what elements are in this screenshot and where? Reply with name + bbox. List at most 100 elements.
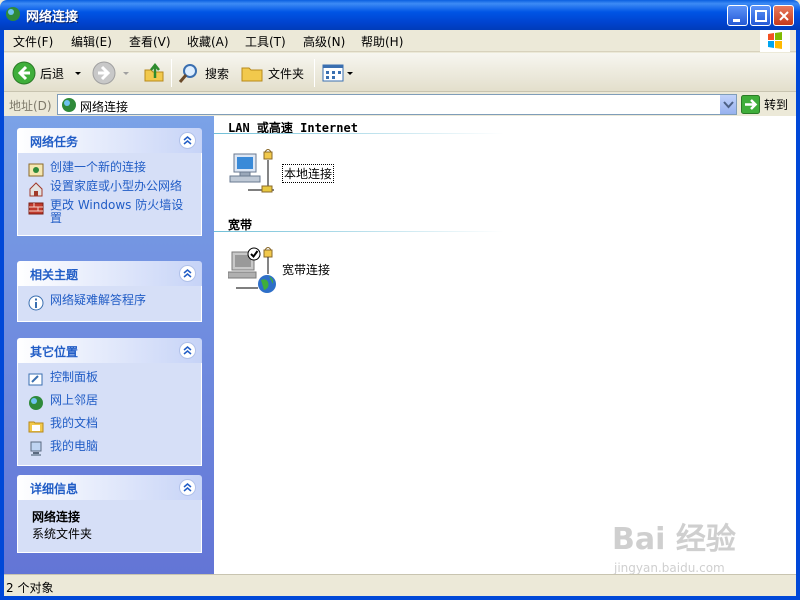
- menu-favorites[interactable]: 收藏(A): [187, 33, 229, 50]
- network-places-link[interactable]: 网上邻居: [28, 394, 191, 411]
- panel-body: 网络连接 系统文件夹: [17, 500, 202, 553]
- my-documents-label: 我的文档: [50, 416, 99, 430]
- forward-arrow-icon: [92, 61, 116, 85]
- window-frame-bottom: [0, 596, 800, 600]
- back-label: 后退: [40, 66, 65, 81]
- address-value: 网络连接: [80, 100, 129, 114]
- address-label: 地址(D): [9, 99, 52, 113]
- address-input[interactable]: 网络连接: [57, 94, 737, 115]
- related-topics-header[interactable]: 相关主题: [17, 261, 202, 286]
- go-label: 转到: [764, 98, 789, 112]
- watermark-url: jingyan.baidu.com: [614, 561, 725, 575]
- lan-connection-icon: [228, 148, 280, 198]
- local-connection-item[interactable]: 本地连接: [228, 148, 335, 198]
- panel-body: 控制面板 网上邻居 我的文档 我的电脑: [17, 363, 202, 466]
- firewall-icon: [28, 202, 44, 215]
- status-bar: 2 个对象: [4, 574, 796, 596]
- chevron-up-icon: [183, 136, 192, 145]
- broadband-connection-label: 宽带连接: [282, 262, 331, 277]
- windows-flag-icon: [768, 32, 782, 49]
- chevron-up-icon: [183, 346, 192, 355]
- view-grid-icon: [322, 64, 344, 82]
- go-arrow-icon: [741, 95, 760, 114]
- folders-button[interactable]: 文件夹: [240, 59, 304, 87]
- panel-title: 相关主题: [30, 268, 79, 282]
- details-header[interactable]: 详细信息: [17, 475, 202, 500]
- panel-title: 网络任务: [30, 135, 79, 149]
- minimize-button[interactable]: [727, 5, 748, 26]
- views-button[interactable]: [321, 59, 355, 87]
- other-places-panel: 其它位置 控制面板 网上邻居 我的文档 我的电脑: [17, 338, 202, 466]
- chevron-up-icon: [183, 483, 192, 492]
- address-dropdown-button[interactable]: [719, 95, 736, 114]
- collapse-button[interactable]: [179, 265, 196, 282]
- up-folder-icon: [144, 62, 164, 82]
- network-places-label: 网上邻居: [50, 393, 99, 407]
- network-troubleshooter-label: 网络疑难解答程序: [50, 293, 147, 307]
- close-button[interactable]: [773, 5, 794, 26]
- firewall-settings-label: 更改 Windows 防火墙设置: [50, 198, 184, 225]
- firewall-settings-link[interactable]: 更改 Windows 防火墙设置: [28, 199, 191, 225]
- address-bar: 地址(D) 网络连接 转到: [4, 93, 796, 116]
- back-button[interactable]: 后退: [12, 59, 84, 87]
- toolbar-separator: [314, 59, 315, 87]
- window-frame-right: [796, 30, 800, 600]
- network-connections-icon: [6, 7, 20, 21]
- create-connection-label: 创建一个新的连接: [50, 160, 147, 174]
- control-panel-link[interactable]: 控制面板: [28, 371, 191, 388]
- task-pane: 网络任务 创建一个新的连接 设置家庭或小型办公网络 更改 Windows 防火墙…: [4, 116, 214, 574]
- content-area[interactable]: LAN 或高速 Internet 本地连接 宽带 宽带连接 Bai 经验 jin…: [214, 116, 796, 575]
- toolbar-separator: [171, 59, 172, 87]
- my-computer-link[interactable]: 我的电脑: [28, 440, 191, 457]
- collapse-button[interactable]: [179, 479, 196, 496]
- search-button[interactable]: 搜索: [177, 59, 229, 87]
- menu-view[interactable]: 查看(V): [129, 33, 171, 50]
- home-network-link[interactable]: 设置家庭或小型办公网络: [28, 180, 191, 197]
- new-connection-icon: [28, 163, 44, 177]
- network-places-icon: [29, 396, 43, 410]
- chevron-down-icon: [347, 72, 353, 75]
- menu-advanced[interactable]: 高级(N): [303, 33, 345, 50]
- maximize-button[interactable]: [750, 5, 771, 26]
- panel-title: 详细信息: [30, 482, 79, 496]
- search-label: 搜索: [205, 66, 230, 81]
- network-tasks-panel: 网络任务 创建一个新的连接 设置家庭或小型办公网络 更改 Windows 防火墙…: [17, 128, 202, 236]
- detail-type: 系统文件夹: [32, 527, 93, 541]
- my-documents-link[interactable]: 我的文档: [28, 417, 191, 434]
- create-connection-link[interactable]: 创建一个新的连接: [28, 161, 191, 178]
- collapse-button[interactable]: [179, 132, 196, 149]
- watermark-brand: Bai 经验: [612, 522, 736, 557]
- panel-body: 网络疑难解答程序: [17, 286, 202, 322]
- toolbar: 后退 搜索 文件夹: [4, 53, 796, 92]
- network-troubleshooter-link[interactable]: 网络疑难解答程序: [28, 294, 191, 311]
- chevron-down-icon: [723, 101, 734, 109]
- title-bar[interactable]: 网络连接: [0, 0, 800, 30]
- menu-help[interactable]: 帮助(H): [361, 33, 403, 50]
- detail-name: 网络连接: [32, 510, 81, 524]
- status-text: 2 个对象: [6, 581, 54, 595]
- folder-icon: [241, 67, 263, 82]
- details-panel: 详细信息 网络连接 系统文件夹: [17, 475, 202, 553]
- home-network-label: 设置家庭或小型办公网络: [50, 179, 183, 193]
- menu-file[interactable]: 文件(F): [13, 33, 53, 50]
- local-connection-label: 本地连接: [282, 163, 335, 183]
- control-panel-label: 控制面板: [50, 370, 99, 384]
- folders-label: 文件夹: [268, 66, 305, 81]
- group-divider: [214, 133, 504, 134]
- broadband-connection-item[interactable]: 宽带连接: [227, 244, 331, 294]
- other-places-header[interactable]: 其它位置: [17, 338, 202, 363]
- menu-tools[interactable]: 工具(T): [245, 33, 286, 50]
- close-icon: [779, 11, 789, 21]
- forward-button[interactable]: [92, 59, 132, 87]
- my-computer-label: 我的电脑: [50, 439, 99, 453]
- collapse-button[interactable]: [179, 342, 196, 359]
- broadband-connection-icon: [227, 244, 280, 294]
- info-icon: [28, 295, 44, 311]
- menu-edit[interactable]: 编辑(E): [71, 33, 112, 50]
- my-computer-icon: [30, 441, 42, 456]
- network-tasks-header[interactable]: 网络任务: [17, 128, 202, 153]
- panel-title: 其它位置: [30, 345, 79, 359]
- home-network-icon: [29, 182, 43, 197]
- up-folder-button[interactable]: [142, 59, 166, 87]
- go-button[interactable]: 转到: [741, 95, 788, 114]
